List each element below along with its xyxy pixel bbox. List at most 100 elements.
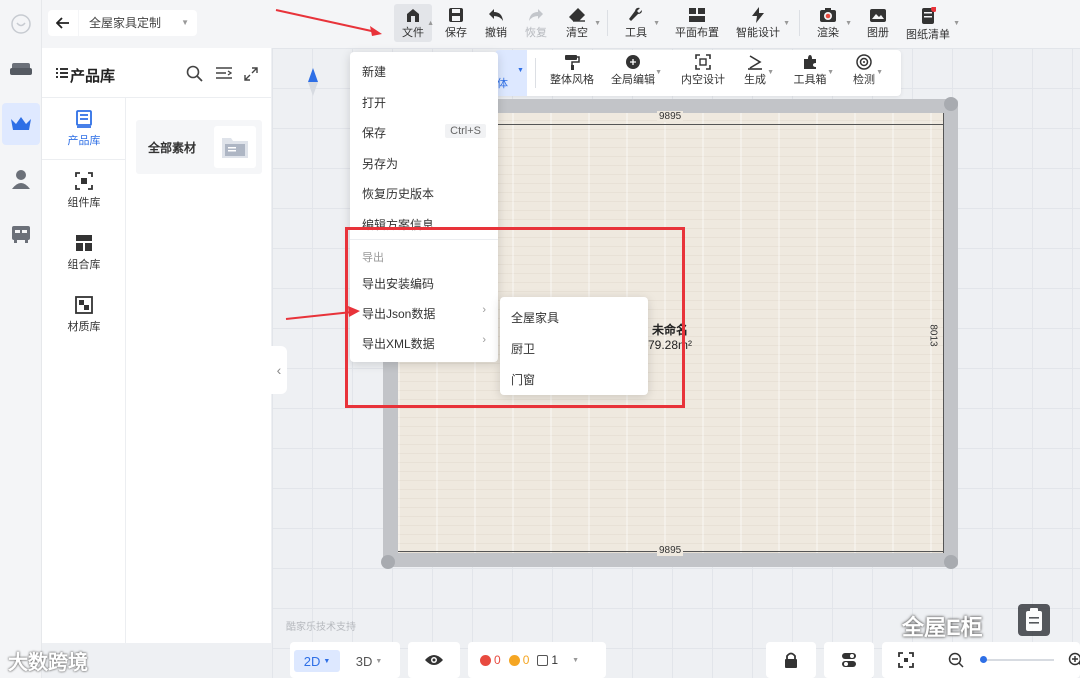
redo-button[interactable]: 恢复 <box>522 4 550 42</box>
zoom-in-icon[interactable] <box>1068 652 1080 668</box>
wall-corner[interactable] <box>944 555 958 569</box>
drawing-list-label: 图纸清单 <box>906 29 950 41</box>
visibility-button[interactable] <box>408 642 460 678</box>
file-button[interactable]: 文件 ▲ <box>394 4 434 42</box>
tab-component-library[interactable]: 组件库 <box>42 160 126 222</box>
render-label: 渲染 <box>817 27 839 39</box>
divider <box>607 10 608 36</box>
chevron-down-icon: ▼ <box>767 69 774 76</box>
chevron-down-icon: ▼ <box>323 657 331 665</box>
clipboard-icon[interactable] <box>1018 604 1050 636</box>
menu-item-open[interactable]: 打开 <box>362 94 386 111</box>
render-button[interactable]: 渲染 ▼ <box>814 4 852 42</box>
project-name: 全屋家具定制 <box>89 16 162 30</box>
crown-icon[interactable] <box>2 103 40 145</box>
puzzle-icon <box>804 55 816 69</box>
menu-item-save-as[interactable]: 另存为 <box>362 155 398 172</box>
view-2d-button[interactable]: 2D ▼ <box>294 650 340 672</box>
layer-icon <box>537 654 549 666</box>
menu-item-new[interactable]: 新建 <box>362 63 386 80</box>
smart-design-label: 智能设计 <box>736 27 780 39</box>
view-3d-label: 3D <box>355 653 373 669</box>
logo-icon[interactable] <box>2 3 40 45</box>
global-edit-button[interactable]: 全局编辑 ▼ <box>611 54 662 92</box>
back-button[interactable] <box>48 10 78 36</box>
component-library-icon <box>75 172 93 190</box>
view-2d-label: 2D <box>303 653 321 669</box>
floor-plan-button[interactable]: 平面布置 <box>672 4 722 42</box>
toggle-settings-button[interactable] <box>824 642 874 678</box>
wall-corner[interactable] <box>944 97 958 111</box>
save-button[interactable]: 保存 <box>442 4 470 42</box>
status-indicators[interactable]: 0 0 1 ▼ <box>468 642 606 678</box>
generate-button[interactable]: 生成 ▼ <box>743 54 774 92</box>
zoom-slider[interactable] <box>980 659 1054 661</box>
menu-item-restore-history[interactable]: 恢复历史版本 <box>362 185 434 202</box>
lock-icon <box>785 652 797 668</box>
watermark-left: 大数跨境 <box>8 652 88 674</box>
bottom-width-dimension: 9895 <box>657 545 684 556</box>
drawing-list-button[interactable]: 图纸清单 ▼ <box>906 4 960 42</box>
user-icon[interactable] <box>2 158 40 200</box>
tab-material-library[interactable]: 材质库 <box>42 284 126 346</box>
chevron-left-icon: ‹ <box>276 362 282 378</box>
lock-button[interactable] <box>766 642 816 678</box>
all-materials-card[interactable]: 全部素材 <box>136 120 262 174</box>
zoom-slider-handle[interactable] <box>980 656 987 663</box>
zoom-out-icon[interactable] <box>948 652 964 668</box>
divider <box>535 58 536 88</box>
annotation-box <box>345 227 685 408</box>
folder-icon <box>214 126 256 168</box>
toolbox-button[interactable]: 工具箱 ▼ <box>793 54 834 92</box>
error-count: 0 <box>494 653 501 667</box>
warning-icon <box>508 654 520 666</box>
collapse-panel-button[interactable]: ‹ <box>271 346 287 394</box>
view-3d-button[interactable]: 3D ▼ <box>346 650 392 672</box>
layer-count: 1 <box>551 653 559 667</box>
search-icon[interactable] <box>186 65 203 82</box>
tab-label: 组合库 <box>67 259 101 271</box>
cabinet-icon[interactable] <box>2 213 40 255</box>
menu-item-save[interactable]: 保存 <box>362 124 386 141</box>
chevron-down-icon: ▼ <box>594 20 601 27</box>
panel-title: 产品库 <box>70 68 116 85</box>
inspect-button[interactable]: 检测 ▼ <box>852 54 883 92</box>
filter-icon[interactable] <box>216 67 232 80</box>
tab-label: 产品库 <box>67 134 101 147</box>
cabinet-mode-button[interactable]: 体 ▼ <box>495 50 527 96</box>
expand-icon[interactable] <box>244 67 258 81</box>
height-dimension: 8013 <box>927 324 939 347</box>
album-button[interactable]: 图册 <box>864 4 892 42</box>
redo-icon <box>529 9 543 21</box>
chevron-down-icon: ▼ <box>653 20 660 27</box>
wall-corner[interactable] <box>381 555 395 569</box>
redo-label: 恢复 <box>525 27 547 39</box>
save-label: 保存 <box>445 27 467 39</box>
clear-button[interactable]: 清空 ▼ <box>563 4 601 42</box>
error-icon <box>480 654 491 666</box>
undo-button[interactable]: 撤销 <box>482 4 510 42</box>
save-icon <box>449 8 463 22</box>
annotation-arrow <box>285 306 360 320</box>
chevron-down-icon: ▼ <box>827 69 834 76</box>
combination-library-icon <box>76 235 92 251</box>
fit-view-icon[interactable] <box>898 652 914 668</box>
arrow-left-icon <box>56 17 69 29</box>
overall-style-button[interactable]: 整体风格 <box>550 54 594 92</box>
compass-icon <box>308 68 318 96</box>
tools-label: 工具 <box>625 27 647 39</box>
product-library-icon <box>76 109 92 128</box>
product-library-panel: 产品库 产品库 组件库 组合库 材质库 全部素材 <box>42 48 271 643</box>
tab-combination-library[interactable]: 组合库 <box>42 222 126 284</box>
tab-product-library[interactable]: 产品库 <box>42 98 126 160</box>
tools-button[interactable]: 工具 ▼ <box>622 4 660 42</box>
global-edit-label: 全局编辑 <box>611 74 655 86</box>
overall-style-label: 整体风格 <box>550 74 594 86</box>
sofa-icon[interactable] <box>2 48 40 90</box>
eraser-icon <box>569 8 585 22</box>
toggle-icon <box>842 653 856 667</box>
inner-space-button[interactable]: 内空设计 <box>681 54 725 92</box>
view-toggle: 2D ▼ 3D ▼ <box>290 642 400 678</box>
project-select[interactable]: 全屋家具定制 ▼ <box>79 10 197 36</box>
smart-design-button[interactable]: 智能设计 ▼ <box>734 4 790 42</box>
